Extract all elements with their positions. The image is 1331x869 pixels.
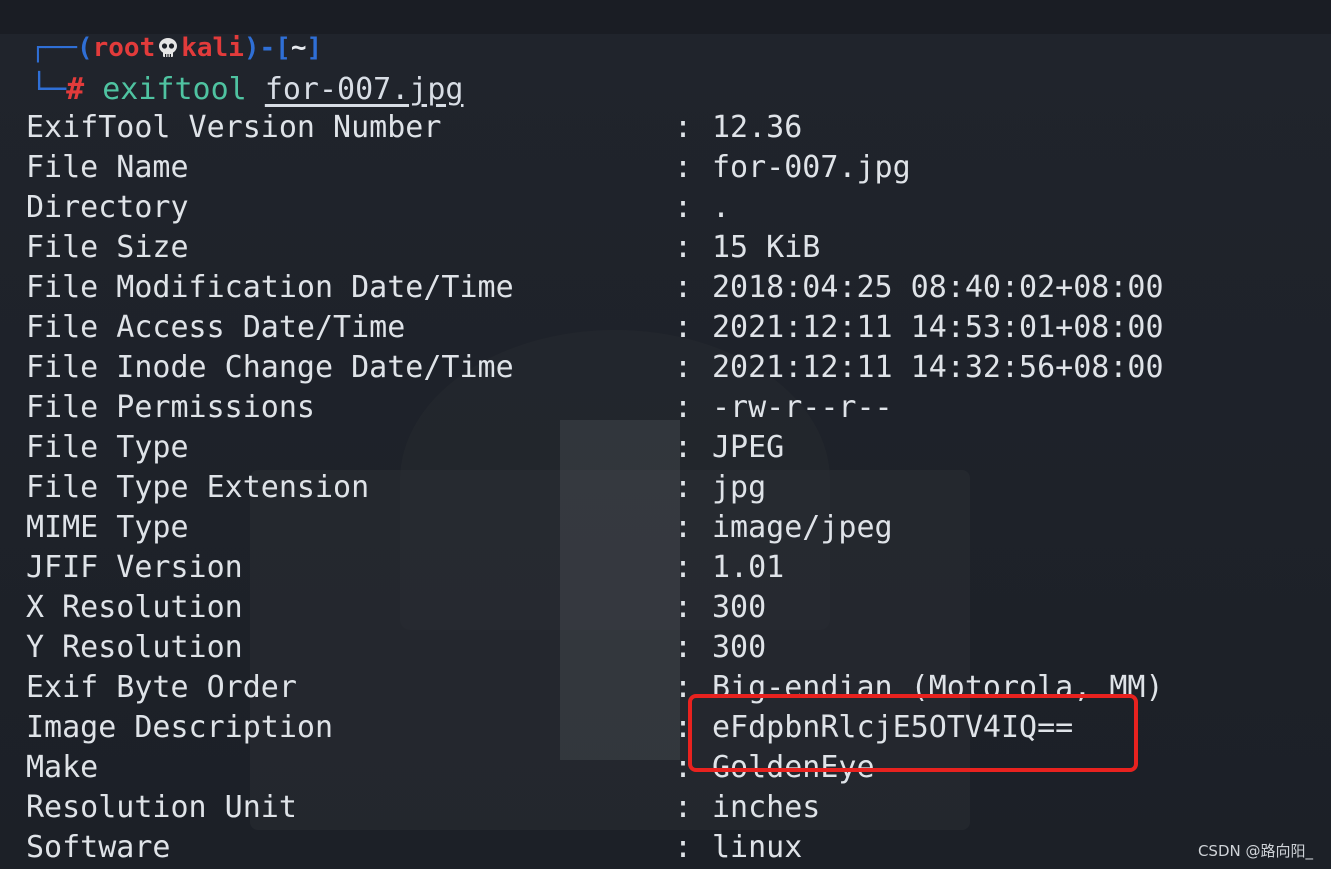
- exif-separator: :: [674, 550, 693, 585]
- exif-separator: :: [674, 470, 693, 505]
- exif-key: File Name: [26, 150, 189, 185]
- exif-key: Software: [26, 830, 171, 865]
- window-top-bar: [0, 0, 1331, 34]
- exif-row: Resolution Unit: inches: [26, 788, 1306, 828]
- exif-row: File Size:15 KiB: [26, 228, 1306, 268]
- exif-separator: :: [674, 390, 693, 425]
- exif-row: File Inode Change Date/Time:2021:12:11 1…: [26, 348, 1306, 388]
- prompt-user: root: [92, 33, 156, 63]
- exif-row: Y Resolution:300: [26, 628, 1306, 668]
- exif-key: Image Description: [26, 710, 334, 745]
- prompt-mid: )-[: [243, 33, 291, 63]
- exif-key: File Inode Change Date/Time: [26, 350, 514, 385]
- exif-value: 15 KiB: [712, 230, 821, 265]
- prompt-line: ┌──(root kali)-[~]: [30, 30, 322, 66]
- command-line[interactable]: └─# exiftool for-007.jpg: [30, 70, 464, 110]
- prompt-corner: └─: [30, 72, 67, 107]
- exif-value: 2018:04:25 08:40:02+08:00: [712, 270, 1164, 305]
- exif-value: inches: [712, 790, 821, 825]
- exif-value: .: [712, 190, 731, 225]
- exif-key: File Type Extension: [26, 470, 370, 505]
- exif-value: linux: [712, 830, 803, 865]
- watermark: CSDN @路向阳_: [1197, 842, 1313, 860]
- exif-value: 300: [712, 630, 767, 665]
- skull-icon: [157, 32, 179, 57]
- exif-row: File Access Date/Time:2021:12:11 14:53:0…: [26, 308, 1306, 348]
- exif-separator: :: [674, 190, 693, 225]
- exif-separator: :: [674, 830, 693, 865]
- exif-row: File Name: for-007.jpg: [26, 148, 1306, 188]
- exif-key: Resolution Unit: [26, 790, 297, 825]
- exif-row: File Type: JPEG: [26, 428, 1306, 468]
- prompt-path: ~: [290, 33, 307, 63]
- exif-row: Software: linux: [26, 828, 1306, 868]
- exif-separator: :: [674, 230, 693, 265]
- exif-separator: :: [674, 150, 693, 185]
- prompt-symbol: #: [66, 72, 85, 107]
- prompt-host: kali: [181, 33, 244, 63]
- command-name: exiftool: [102, 72, 247, 107]
- exif-value: JPEG: [712, 430, 785, 465]
- exif-key: File Permissions: [26, 390, 315, 425]
- exif-separator: :: [674, 350, 693, 385]
- exif-key: MIME Type: [26, 510, 189, 545]
- exif-row: MIME Type: image/jpeg: [26, 508, 1306, 548]
- exif-row: Directory:.: [26, 188, 1306, 228]
- exif-separator: :: [674, 310, 693, 345]
- exif-key: File Size: [26, 230, 189, 265]
- exif-key: Y Resolution: [26, 630, 243, 665]
- exif-value: image/jpeg: [712, 510, 893, 545]
- exif-key: X Resolution: [26, 590, 243, 625]
- exif-value: -rw-r--r--: [712, 390, 893, 425]
- terminal-window[interactable]: ┌──(root kali)-[~] └─# exiftool for-007.j…: [0, 0, 1331, 869]
- exif-value: 1.01: [712, 550, 785, 585]
- exif-separator: :: [674, 590, 693, 625]
- exif-separator: :: [674, 790, 693, 825]
- exif-row: File Permissions: -rw-r--r--: [26, 388, 1306, 428]
- exif-key: Exif Byte Order: [26, 670, 297, 705]
- exif-key: File Access Date/Time: [26, 310, 406, 345]
- exif-key: File Modification Date/Time: [26, 270, 514, 305]
- exif-separator: :: [674, 270, 693, 305]
- exif-separator: :: [674, 430, 693, 465]
- prompt-close: ]: [306, 33, 323, 63]
- exif-key: Make: [26, 750, 99, 785]
- exif-row: File Type Extension: jpg: [26, 468, 1306, 508]
- exif-row: File Modification Date/Time:2018:04:25 0…: [26, 268, 1306, 308]
- exif-value: 300: [712, 590, 767, 625]
- exif-row: X Resolution:300: [26, 588, 1306, 628]
- highlight-box: [688, 694, 1138, 772]
- exif-row: JFIF Version:1.01: [26, 548, 1306, 588]
- exif-key: ExifTool Version Number: [26, 110, 442, 145]
- exif-value: jpg: [712, 470, 767, 505]
- exif-row: ExifTool Version Number:12.36: [26, 108, 1306, 148]
- exif-value: 2021:12:11 14:32:56+08:00: [712, 350, 1164, 385]
- exif-separator: :: [674, 510, 693, 545]
- command-argument: for-007.jpg: [264, 72, 464, 107]
- exif-value: 2021:12:11 14:53:01+08:00: [712, 310, 1164, 345]
- prompt-open: ┌──(: [30, 33, 93, 63]
- exif-separator: :: [674, 110, 693, 145]
- exif-value: 12.36: [712, 110, 803, 145]
- exif-key: File Type: [26, 430, 189, 465]
- exif-value: for-007.jpg: [712, 150, 911, 185]
- exif-key: Directory: [26, 190, 189, 225]
- exif-separator: :: [674, 630, 693, 665]
- exif-key: JFIF Version: [26, 550, 243, 585]
